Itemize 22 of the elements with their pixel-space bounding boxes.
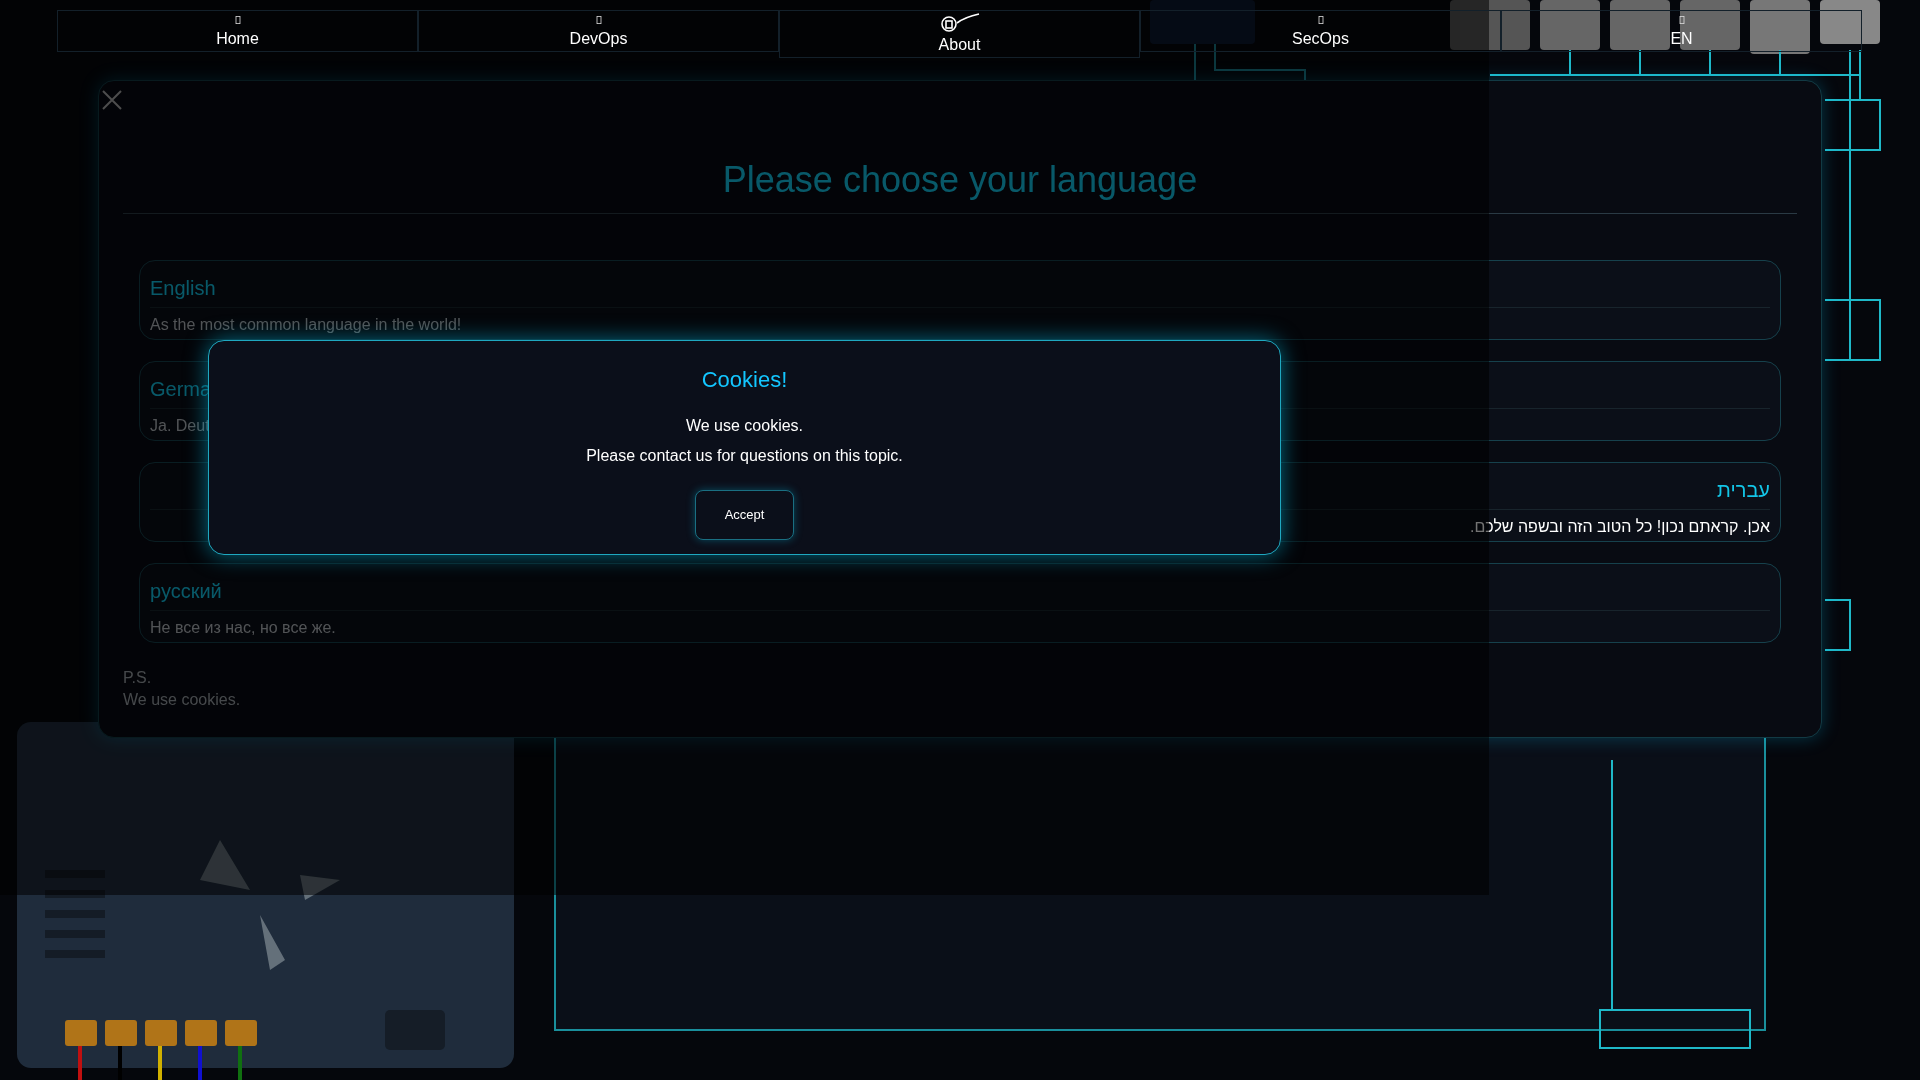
- doodle-icon: [938, 11, 981, 33]
- glyph-icon: [1678, 16, 1685, 24]
- glyph-icon: [1317, 16, 1324, 24]
- accept-button[interactable]: Accept: [695, 490, 794, 540]
- dialog-title: Please choose your language: [123, 81, 1797, 214]
- nav-link[interactable]: About: [779, 10, 1140, 58]
- cookie-text: We use cookies.: [685, 416, 804, 436]
- language-description: Не все из нас, но все же.: [150, 618, 336, 638]
- glyph-icon: [234, 16, 241, 24]
- nav-link[interactable]: SecOps: [1140, 10, 1501, 52]
- glyph-icon: [595, 16, 602, 24]
- close-icon[interactable]: [101, 89, 123, 111]
- cookie-text: Please contact us for questions on this topic.: [586, 446, 903, 466]
- language-description: Ja. Deut: [150, 416, 210, 436]
- nav-link[interactable]: DevOps: [418, 10, 779, 52]
- language-name: русский: [150, 576, 1770, 611]
- footnote-text: We use cookies.: [123, 690, 242, 710]
- nav-link[interactable]: Home: [57, 10, 418, 52]
- footnote-text: P.S.: [123, 668, 153, 688]
- language-description: As the most common language in the world!: [150, 315, 462, 335]
- language-name: English: [150, 273, 1770, 308]
- language-description: אכן. קראתם נכון! כל הטוב הזה ובשפה שלכם.: [1470, 517, 1770, 537]
